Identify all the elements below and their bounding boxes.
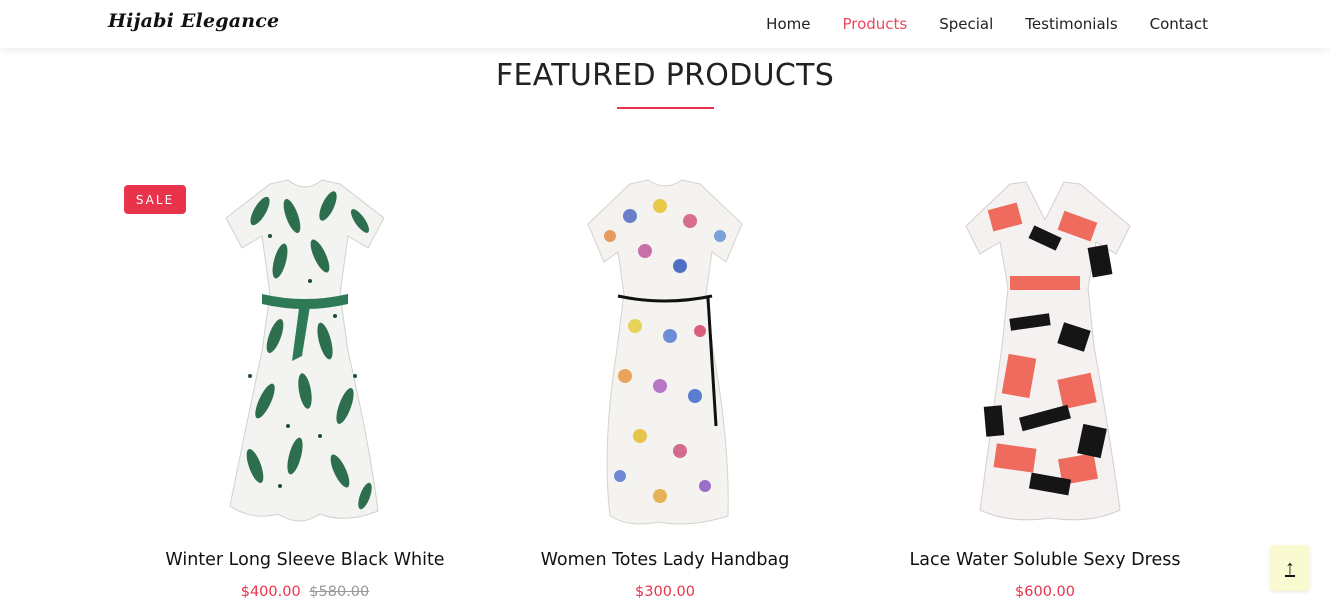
product-card[interactable]: Women Totes Lady Handbag $300.00 [470, 170, 860, 601]
navbar: Hijabi Elegance Home Products Special Te… [0, 0, 1330, 48]
back-to-top-button[interactable]: ↑ [1270, 545, 1310, 591]
dress-green-leaf-image [225, 179, 385, 522]
price-row: $400.00 $580.00 [110, 584, 500, 600]
nav-link-special[interactable]: Special [939, 15, 993, 33]
product-image[interactable] [530, 176, 800, 528]
nav-link-testimonials[interactable]: Testimonials [1025, 15, 1117, 33]
nav-link-home[interactable]: Home [766, 15, 810, 33]
product-card[interactable]: Lace Water Soluble Sexy Dress $600.00 [850, 170, 1240, 601]
product-card[interactable]: SALE Winter Long Sleeve Black White $400… [110, 170, 500, 601]
product-name[interactable]: Lace Water Soluble Sexy Dress [850, 550, 1240, 570]
product-price: $300.00 [635, 584, 695, 600]
sale-badge: SALE [124, 185, 186, 214]
product-price: $600.00 [1015, 584, 1075, 600]
product-image[interactable] [910, 176, 1180, 528]
dress-abstract-image [965, 181, 1131, 521]
title-underline [617, 107, 714, 109]
product-image[interactable] [170, 176, 440, 528]
price-row: $600.00 [850, 584, 1240, 600]
dress-floral-image [587, 179, 743, 525]
nav-menu: Home Products Special Testimonials Conta… [734, 0, 1208, 48]
nav-link-products[interactable]: Products [842, 15, 907, 33]
product-old-price: $580.00 [309, 584, 370, 600]
section-title: FEATURED PRODUCTS [495, 58, 835, 93]
product-name[interactable]: Women Totes Lady Handbag [470, 550, 860, 570]
arrow-up-icon: ↑ [1285, 556, 1295, 579]
product-price: $400.00 [240, 584, 301, 600]
nav-link-contact[interactable]: Contact [1150, 15, 1208, 33]
brand-logo[interactable]: Hijabi Elegance [108, 10, 279, 32]
price-row: $300.00 [470, 584, 860, 600]
product-name[interactable]: Winter Long Sleeve Black White [110, 550, 500, 570]
